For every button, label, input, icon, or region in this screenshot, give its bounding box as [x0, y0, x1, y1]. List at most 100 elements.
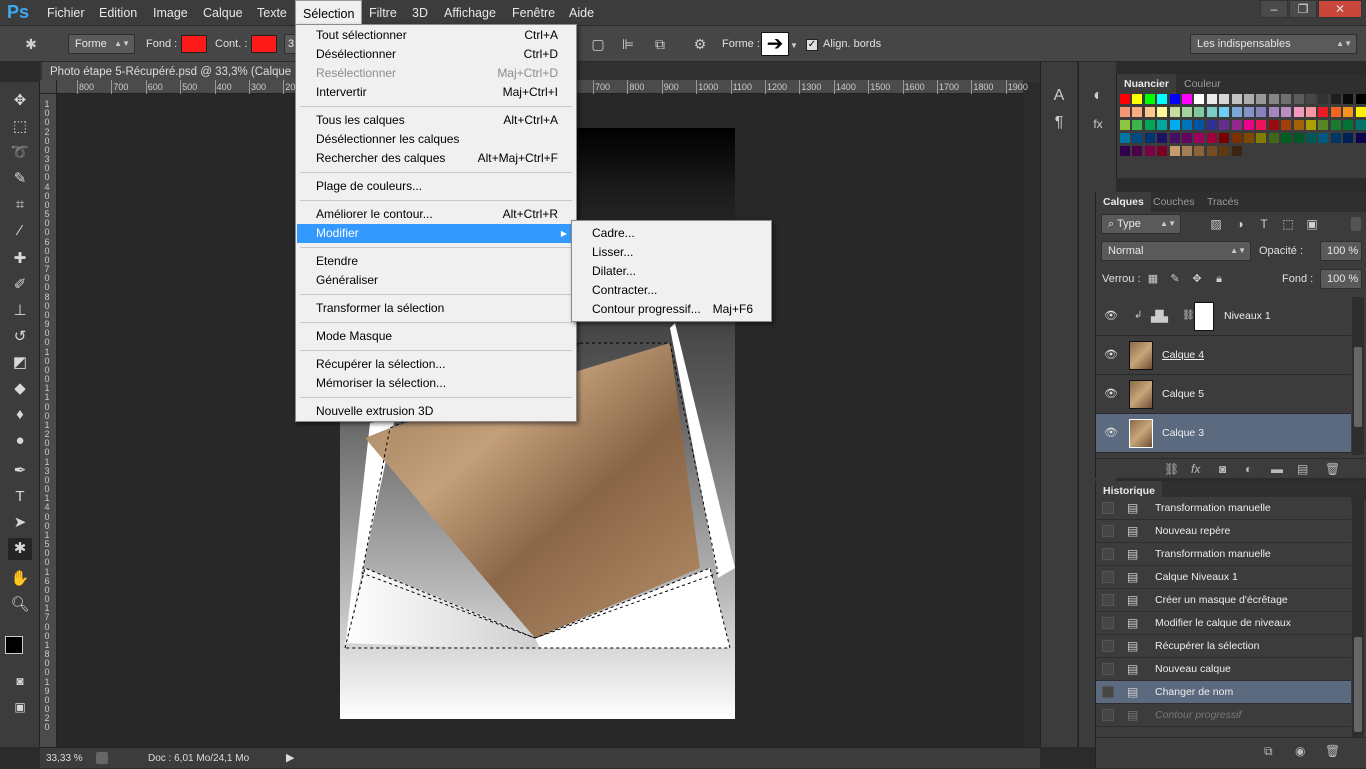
history-item[interactable]: ▤ Nouveau repère: [1096, 520, 1351, 543]
menu-selection[interactable]: Sélection: [295, 0, 363, 26]
layer-style-icon[interactable]: fx: [1191, 462, 1200, 476]
paint-bucket-tool-icon[interactable]: ◆: [8, 378, 32, 400]
history-item[interactable]: ▤ Transformation manuelle: [1096, 497, 1351, 520]
lasso-tool-icon[interactable]: ➰: [8, 142, 32, 164]
tab-nuancier[interactable]: Nuancier: [1117, 74, 1176, 94]
color-swatch[interactable]: [1318, 94, 1329, 104]
color-swatch[interactable]: [1293, 94, 1304, 104]
menu-3d[interactable]: 3D: [405, 0, 435, 26]
color-swatch[interactable]: [1169, 133, 1180, 143]
history-checkbox[interactable]: [1102, 502, 1114, 514]
color-swatch[interactable]: [1343, 120, 1354, 130]
color-swatch[interactable]: [1256, 107, 1267, 117]
custom-shape-tool-icon[interactable]: ✱: [8, 538, 32, 560]
color-swatch[interactable]: [1268, 120, 1279, 130]
history-checkbox[interactable]: [1102, 548, 1114, 560]
filter-shape-icon[interactable]: ⬚: [1280, 214, 1296, 234]
color-swatch[interactable]: [1306, 133, 1316, 143]
color-swatch[interactable]: [1268, 94, 1279, 104]
custom-shape-tool-icon[interactable]: ✱: [18, 34, 44, 54]
color-swatch[interactable]: [1330, 94, 1341, 104]
path-arrangement-icon[interactable]: ⧉: [648, 34, 672, 54]
color-swatch[interactable]: [1268, 133, 1279, 143]
history-item[interactable]: ▤ Créer un masque d'écrêtage: [1096, 589, 1351, 612]
new-layer-icon[interactable]: ▤: [1297, 462, 1308, 476]
path-selection-tool-icon[interactable]: ➤: [8, 512, 32, 534]
menu-item-quick-mask[interactable]: Mode Masque: [297, 327, 575, 346]
color-swatch[interactable]: [1144, 107, 1155, 117]
color-swatch[interactable]: [1206, 94, 1217, 104]
fill-field[interactable]: 100 %: [1320, 269, 1362, 289]
color-swatch[interactable]: [1219, 133, 1230, 143]
history-item[interactable]: ▤ Transformation manuelle: [1096, 543, 1351, 566]
color-swatch[interactable]: [1293, 133, 1304, 143]
eye-icon[interactable]: 👁︎: [1104, 426, 1118, 439]
history-checkbox[interactable]: [1102, 709, 1114, 721]
trash-icon[interactable]: 🗑︎: [1325, 744, 1340, 758]
color-swatch[interactable]: [1343, 107, 1354, 117]
minimize-button[interactable]: ‒: [1260, 0, 1288, 18]
color-swatch[interactable]: [1355, 133, 1366, 143]
layer-row[interactable]: 👁︎ ↲ ▟▙ ⛓ Niveaux 1: [1096, 297, 1351, 336]
adjustment-layer-icon[interactable]: ◐: [1245, 462, 1252, 476]
color-swatch[interactable]: [1194, 120, 1205, 130]
color-swatch[interactable]: [1281, 107, 1292, 117]
color-swatch[interactable]: [1231, 133, 1242, 143]
color-swatch[interactable]: [1306, 120, 1316, 130]
history-checkbox[interactable]: [1102, 686, 1114, 698]
menu-aide[interactable]: Aide: [562, 0, 601, 26]
color-swatch[interactable]: [1182, 107, 1192, 117]
submenu-item-expand[interactable]: Dilater...: [573, 262, 770, 281]
align-edges-checkbox[interactable]: ✓: [806, 39, 818, 51]
color-swatch[interactable]: [1343, 133, 1354, 143]
foreground-color-swatch[interactable]: [5, 636, 23, 654]
color-swatch[interactable]: [1206, 133, 1217, 143]
color-swatch[interactable]: [1244, 120, 1254, 130]
color-swatch[interactable]: [1132, 107, 1143, 117]
scrollbar-thumb[interactable]: [1354, 347, 1362, 427]
lock-position-icon[interactable]: ✥: [1190, 269, 1204, 289]
color-swatch[interactable]: [1169, 107, 1180, 117]
color-swatch[interactable]: [1318, 120, 1329, 130]
menu-edition[interactable]: Edition: [92, 0, 144, 26]
menu-item-inverse[interactable]: Intervertir Maj+Ctrl+I: [297, 83, 575, 102]
history-item[interactable]: ▤ Modifier le calque de niveaux: [1096, 612, 1351, 635]
color-swatch[interactable]: [1206, 146, 1217, 156]
color-swatch[interactable]: [1231, 146, 1242, 156]
menu-item-color-range[interactable]: Plage de couleurs...: [297, 177, 575, 196]
menu-item-find-layers[interactable]: Rechercher des calques Alt+Maj+Ctrl+F: [297, 149, 575, 168]
path-operations-icon[interactable]: ▢: [588, 34, 608, 54]
color-swatch[interactable]: [1132, 94, 1143, 104]
trash-icon[interactable]: 🗑︎: [1325, 462, 1340, 476]
folder-icon[interactable]: ▬: [1271, 462, 1283, 476]
color-swatch[interactable]: [1182, 120, 1192, 130]
menu-item-transform-selection[interactable]: Transformer la sélection: [297, 299, 575, 318]
color-swatch[interactable]: [1281, 120, 1292, 130]
layers-scrollbar[interactable]: [1352, 297, 1364, 455]
menu-fichier[interactable]: Fichier: [40, 0, 92, 26]
color-swatch[interactable]: [1355, 107, 1366, 117]
menu-calque[interactable]: Calque: [196, 0, 250, 26]
filter-pixel-icon[interactable]: ▨: [1208, 214, 1224, 234]
color-swatch[interactable]: [1120, 120, 1130, 130]
color-swatch[interactable]: [1182, 94, 1192, 104]
history-checkbox[interactable]: [1102, 571, 1114, 583]
menu-item-deselect-layers[interactable]: Désélectionner les calques: [297, 130, 575, 149]
shape-picker-arrow-icon[interactable]: ➔: [761, 32, 789, 56]
shape-picker-chevron-icon[interactable]: ▼: [789, 36, 799, 56]
layer-mask-thumbnail[interactable]: [1194, 302, 1214, 331]
color-swatch[interactable]: [1157, 107, 1168, 117]
history-item[interactable]: ▤ Contour progressif: [1096, 704, 1351, 727]
color-swatch[interactable]: [1120, 107, 1130, 117]
menu-fenetre[interactable]: Fenêtre: [505, 0, 562, 26]
tab-couches[interactable]: Couches: [1146, 192, 1201, 212]
scrollbar-thumb[interactable]: [1354, 637, 1362, 732]
menu-item-load-selection[interactable]: Récupérer la sélection...: [297, 355, 575, 374]
history-brush-tool-icon[interactable]: ↺: [8, 326, 32, 348]
lock-transparency-icon[interactable]: ▦: [1146, 269, 1160, 289]
color-swatch[interactable]: [1219, 94, 1230, 104]
opacity-field[interactable]: 100 %: [1320, 241, 1362, 261]
menu-item-all-layers[interactable]: Tous les calques Alt+Ctrl+A: [297, 111, 575, 130]
quick-selection-tool-icon[interactable]: ✎: [8, 168, 32, 190]
zoom-tool-icon[interactable]: 🔍︎: [8, 594, 32, 616]
